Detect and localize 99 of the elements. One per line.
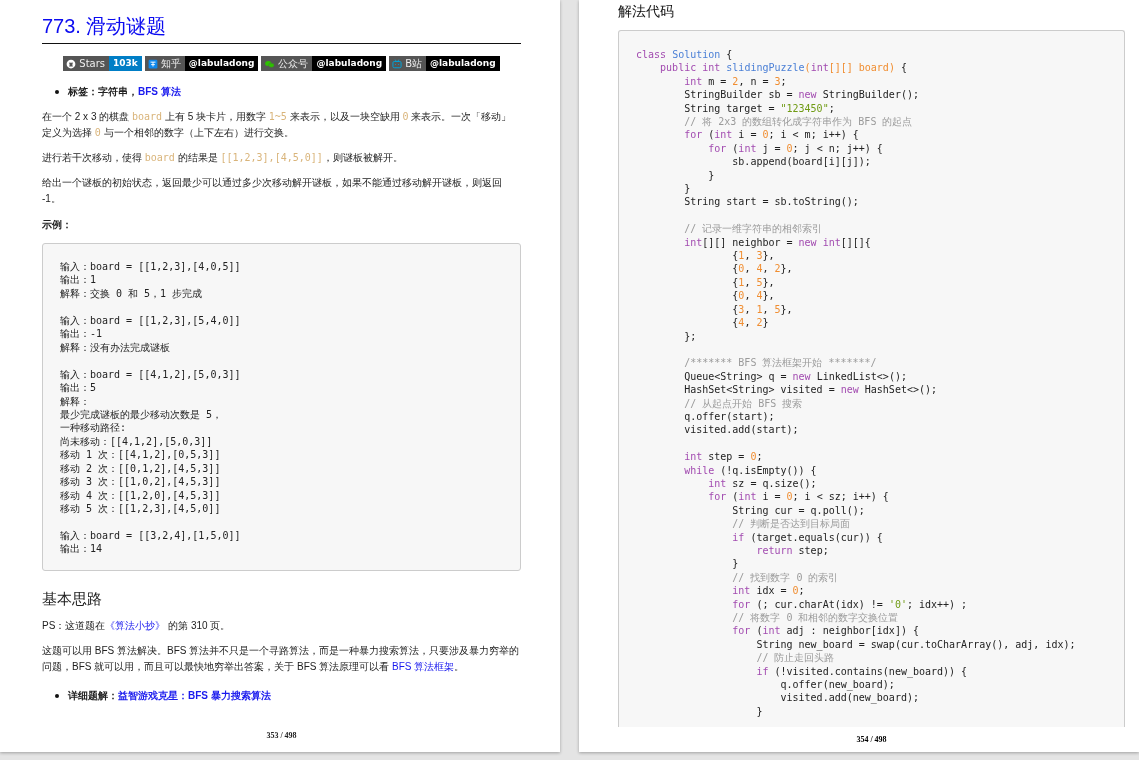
- example-line: 输入：board = [[1,2,3],[4,0,5]]: [60, 260, 242, 274]
- code-line: // 记录一维字符串的相邻索引: [683, 222, 823, 236]
- code-line: {1, 5},: [731, 275, 775, 290]
- code-line: int m = 2, n = 3;: [683, 74, 787, 89]
- code-line: // 将 2x3 的数组转化成字符串作为 BFS 的起点: [683, 115, 913, 129]
- code-line: {3, 1, 5},: [731, 302, 793, 317]
- code-line: };: [683, 329, 697, 343]
- code-line: // 防止走回头路: [755, 651, 835, 665]
- bullet-item: 标签：字符串，BFS 算法: [68, 85, 181, 99]
- example-line: 移动 2 次：[[0,1,2],[4,5,3]]: [60, 461, 222, 476]
- example-line: 输出：-1: [60, 327, 104, 341]
- bullet-item: 详细题解：益智游戏克星：BFS 暴力搜索算法: [68, 688, 271, 703]
- code-line: }: [755, 704, 763, 719]
- paragraph: 这题可以用 BFS 算法解决。BFS 算法并不只是一个寻路算法，而是一种暴力搜索算法，只要涉及暴力穷举的问题，BFS 就可以用，而且可以最快地穷举出答案，关于 BFS 算法原理可以看 BFS 算法框架。: [42, 643, 521, 674]
- code-line: if (target.equals(cur)) {: [731, 530, 883, 544]
- example-line: 移动 4 次：[[1,2,0],[4,5,3]]: [60, 488, 222, 503]
- paragraph: 给出一个谜板的初始状态，返回最少可以通过多少次移动解开谜板，如果不能通过移动解开谜板，则返回 -1。: [42, 176, 503, 206]
- example-line: 最少完成谜板的最少移动次数是 5，: [60, 407, 224, 422]
- example-line: 解释：交换 0 和 5，1 步完成: [60, 286, 204, 301]
- bullet-dot: [55, 90, 59, 94]
- code-line: int idx = 0;: [731, 584, 805, 598]
- code-line: String new_board = swap(cur.toCharArray(), adj, idx);: [755, 637, 1076, 652]
- code-line: {0, 4, 2},: [731, 262, 793, 276]
- badge-label: B站: [405, 56, 423, 71]
- example-line: 输入：board = [[4,1,2],[5,0,3]]: [60, 367, 242, 382]
- example-line: 解释：: [60, 394, 91, 408]
- code-line: }: [731, 557, 739, 571]
- badge[interactable]: 知乎 @labuladong: [144, 56, 259, 71]
- badge-label: 公众号: [278, 56, 310, 71]
- code-line: return step;: [755, 544, 829, 558]
- example-line: 移动 3 次：[[1,0,2],[4,5,3]]: [60, 475, 222, 489]
- example-line: 输出：5: [60, 381, 98, 395]
- code-line: // 找到数字 0 的索引: [731, 570, 839, 585]
- code-line: sb.append(board[i][j]);: [731, 155, 871, 169]
- example-line: 一种移动路径:: [60, 421, 128, 435]
- page-title: 773. 滑动谜题: [42, 14, 167, 39]
- code-line: {4, 2}: [731, 316, 769, 330]
- code-line: for (; cur.charAt(idx) != '0'; idx++) ;: [731, 597, 968, 611]
- section-heading: 解法代码: [618, 2, 674, 21]
- code-line: while (!q.isEmpty()) {: [683, 463, 817, 477]
- page-number: 354 / 498: [856, 735, 887, 744]
- code-line: class Solution {: [636, 48, 733, 62]
- code-line: // 将数字 0 和相邻的数字交换位置: [731, 611, 899, 625]
- example-line: 输入：board = [[1,2,3],[5,4,0]]: [60, 313, 242, 328]
- code-line: /******* BFS 算法框架开始 *******/: [683, 356, 877, 370]
- tv-icon: [392, 58, 403, 69]
- example-line: 输出：14: [60, 542, 104, 556]
- badge-value: @labuladong: [312, 56, 387, 71]
- square-logo-icon: [147, 58, 158, 69]
- code-line: {1, 3},: [731, 249, 775, 263]
- code-line: visited.add(new_board);: [779, 691, 919, 705]
- code-line: String cur = q.poll();: [731, 503, 865, 518]
- code-line: if (!visited.contains(new_board)) {: [755, 664, 968, 679]
- code-line: // 判断是否达到目标局面: [731, 517, 851, 531]
- badge[interactable]: Stars 103k: [63, 56, 142, 71]
- paragraph: 进行若干次移动，使得 board 的结果是 [[1,2,3],[4,5,0]]，则谜板被解开。: [42, 151, 404, 165]
- code-line: }: [707, 168, 715, 183]
- code-line: HashSet<String> visited = new HashSet<>();: [683, 383, 938, 397]
- code-line: String start = sb.toString();: [683, 195, 859, 209]
- code-line: public int slidingPuzzle(int[][] board) {: [659, 61, 907, 75]
- paragraph: PS：这道题在《算法小抄》 的第 310 页。: [42, 618, 232, 633]
- badge[interactable]: 公众号 @labuladong: [261, 56, 387, 71]
- badge[interactable]: B站 @labuladong: [389, 56, 500, 71]
- code-line: int step = 0;: [683, 450, 763, 464]
- code-line: q.offer(new_board);: [779, 678, 895, 692]
- link[interactable]: 益智游戏克星：BFS 暴力搜索算法: [118, 689, 271, 701]
- badge-label: 知乎: [160, 56, 182, 71]
- example-line: 移动 5 次：[[1,2,3],[4,5,0]]: [60, 502, 222, 516]
- code-line: String target = "123450";: [683, 101, 835, 116]
- example-line: 输出：1: [60, 273, 98, 287]
- chat-bubbles-icon: [264, 58, 276, 69]
- section-heading: 基本思路: [42, 588, 102, 609]
- page-number: 353 / 498: [266, 731, 297, 740]
- code-line: for (int adj : neighbor[idx]) {: [731, 624, 919, 638]
- code-line: }: [683, 182, 691, 196]
- bullet-dot: [55, 693, 59, 698]
- example-line: 解释：没有办法完成谜板: [60, 340, 171, 355]
- code-line: {0, 4},: [731, 289, 775, 303]
- code-line: for (int j = 0; j < n; j++) {: [707, 141, 883, 156]
- code-line: Queue<String> q = new LinkedList<>();: [683, 369, 907, 384]
- link[interactable]: 《算法小抄》: [105, 619, 166, 631]
- section-label: 示例：: [42, 218, 72, 232]
- code-line: StringBuilder sb = new StringBuilder();: [683, 88, 919, 102]
- code-line: visited.add(start);: [683, 423, 799, 437]
- code-line: q.offer(start);: [683, 409, 775, 424]
- badge-value: @labuladong: [184, 56, 259, 71]
- paragraph: 在一个 2 x 3 的棋盘 board 上有 5 块卡片，用数字 1~5 来表示，以及一块空缺用 0 来表示。一次「移动」定义为选择 0 与一个相邻的数字（上下左右）进行交换。: [42, 110, 513, 140]
- badge-label: Stars: [79, 58, 107, 69]
- code-line: int sz = q.size();: [707, 476, 817, 491]
- badge-value: 103k: [109, 56, 142, 71]
- code-line: for (int i = 0; i < sz; i++) {: [707, 490, 889, 504]
- code-line: int[][] neighbor = new int[][]{: [683, 235, 871, 250]
- badge-value: @labuladong: [426, 56, 500, 71]
- code-line: // 从起点开始 BFS 搜索: [683, 396, 803, 410]
- code-line: for (int i = 0; i < m; i++) {: [683, 128, 859, 142]
- example-line: 尚未移动：[[4,1,2],[5,0,3]]: [60, 434, 214, 449]
- example-line: 输入：board = [[3,2,4],[1,5,0]]: [60, 529, 242, 543]
- example-line: 移动 1 次：[[4,1,2],[0,5,3]]: [60, 448, 222, 462]
- link[interactable]: BFS 算法: [138, 86, 181, 97]
